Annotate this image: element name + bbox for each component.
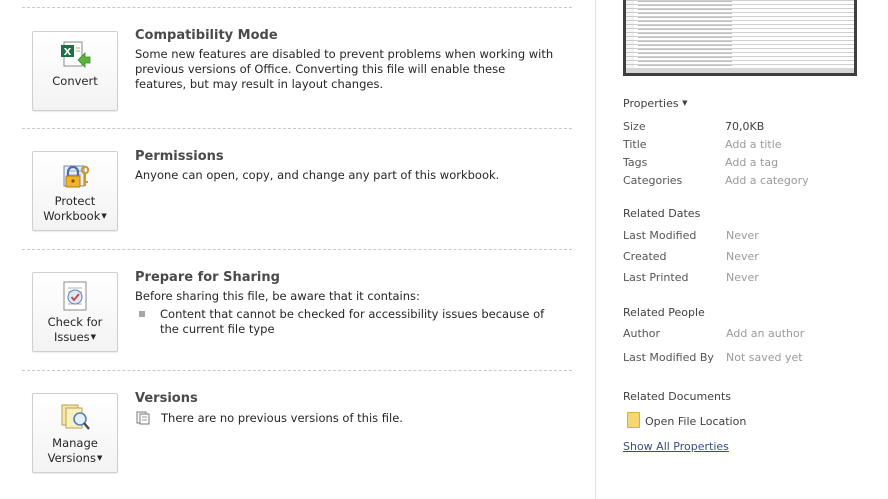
section-divider [22,7,572,8]
dropdown-caret-icon: ▼ [90,333,97,341]
check-for-issues-label-line1: Check for [47,315,103,329]
dropdown-caret-icon: ▼ [682,99,688,107]
convert-button[interactable]: X Convert [32,31,118,111]
section-divider [22,370,572,371]
checklist-icon [63,281,87,311]
prepare-for-sharing-intro: Before sharing this file, be aware that … [135,289,420,303]
versions-magnifier-icon [61,404,90,430]
permissions-description: Anyone can open, copy, and change any pa… [135,168,500,182]
related-people-header: Related People [623,306,705,319]
versions-title: Versions [135,391,198,406]
date-value-last-modified: Never [726,229,759,242]
manage-versions-label-line2: Versions [47,451,96,465]
show-all-properties-link[interactable]: Show All Properties [623,440,729,453]
property-value-size: 70,0KB [725,120,765,133]
protect-workbook-button[interactable]: Protect Workbook▼ [32,151,118,231]
people-key-author: Author [623,327,661,340]
protect-workbook-label-line1: Protect [54,194,96,208]
document-preview-thumbnail[interactable] [623,0,857,76]
dropdown-caret-icon: ▼ [101,212,107,220]
versions-status-text: There are no previous versions of this f… [161,411,403,425]
property-key-title: Title [623,138,647,151]
folder-icon [627,412,640,428]
info-panel: X Convert Compatibility Mode Some new fe… [0,0,596,499]
section-divider [22,128,572,129]
excel-convert-icon: X [61,41,91,68]
property-value-categories[interactable]: Add a category [725,174,809,187]
versions-status: There are no previous versions of this f… [135,411,555,426]
people-value-author[interactable]: Add an author [726,327,804,340]
related-documents-header: Related Documents [623,390,731,403]
spreadsheet-preview [626,0,854,68]
property-key-size: Size [623,120,646,133]
compatibility-mode-title: Compatibility Mode [135,28,278,43]
bullet-square-icon [139,311,145,317]
date-value-last-printed: Never [726,271,759,284]
date-key-last-printed: Last Printed [623,271,689,284]
date-key-last-modified: Last Modified [623,229,697,242]
prepare-for-sharing-title: Prepare for Sharing [135,270,280,285]
properties-header[interactable]: Properties ▼ [623,97,687,110]
property-key-categories: Categories [623,174,683,187]
lock-key-icon [63,165,90,188]
svg-text:X: X [64,47,72,58]
check-for-issues-label-line2: Issues [53,330,90,344]
open-file-location-link[interactable]: Open File Location [627,412,746,428]
accessibility-issue-text: Content that cannot be checked for acces… [160,307,545,336]
section-divider [22,249,572,250]
properties-header-label: Properties [623,97,679,110]
property-key-tags: Tags [623,156,648,169]
manage-versions-button[interactable]: Manage Versions▼ [32,393,118,473]
related-dates-header: Related Dates [623,207,701,220]
people-value-last-modified-by: Not saved yet [726,351,803,364]
protect-workbook-label-line2: Workbook [43,209,101,223]
preview-status-strip [626,68,854,73]
accessibility-issue-item: Content that cannot be checked for acces… [135,307,555,337]
date-key-created: Created [623,250,667,263]
manage-versions-label-line1: Manage [52,436,98,450]
permissions-title: Permissions [135,149,224,164]
people-key-last-modified-by: Last Modified By [623,351,714,364]
property-value-tags[interactable]: Add a tag [725,156,778,169]
document-versions-icon [136,411,150,425]
panel-separator [595,0,596,499]
convert-button-label: Convert [52,74,98,88]
property-value-title[interactable]: Add a title [725,138,782,151]
date-value-created: Never [726,250,759,263]
dropdown-caret-icon: ▼ [96,454,103,462]
compatibility-mode-description: Some new features are disabled to preven… [135,47,554,91]
open-file-location-label: Open File Location [645,415,747,428]
check-for-issues-button[interactable]: Check for Issues▼ [32,272,118,352]
